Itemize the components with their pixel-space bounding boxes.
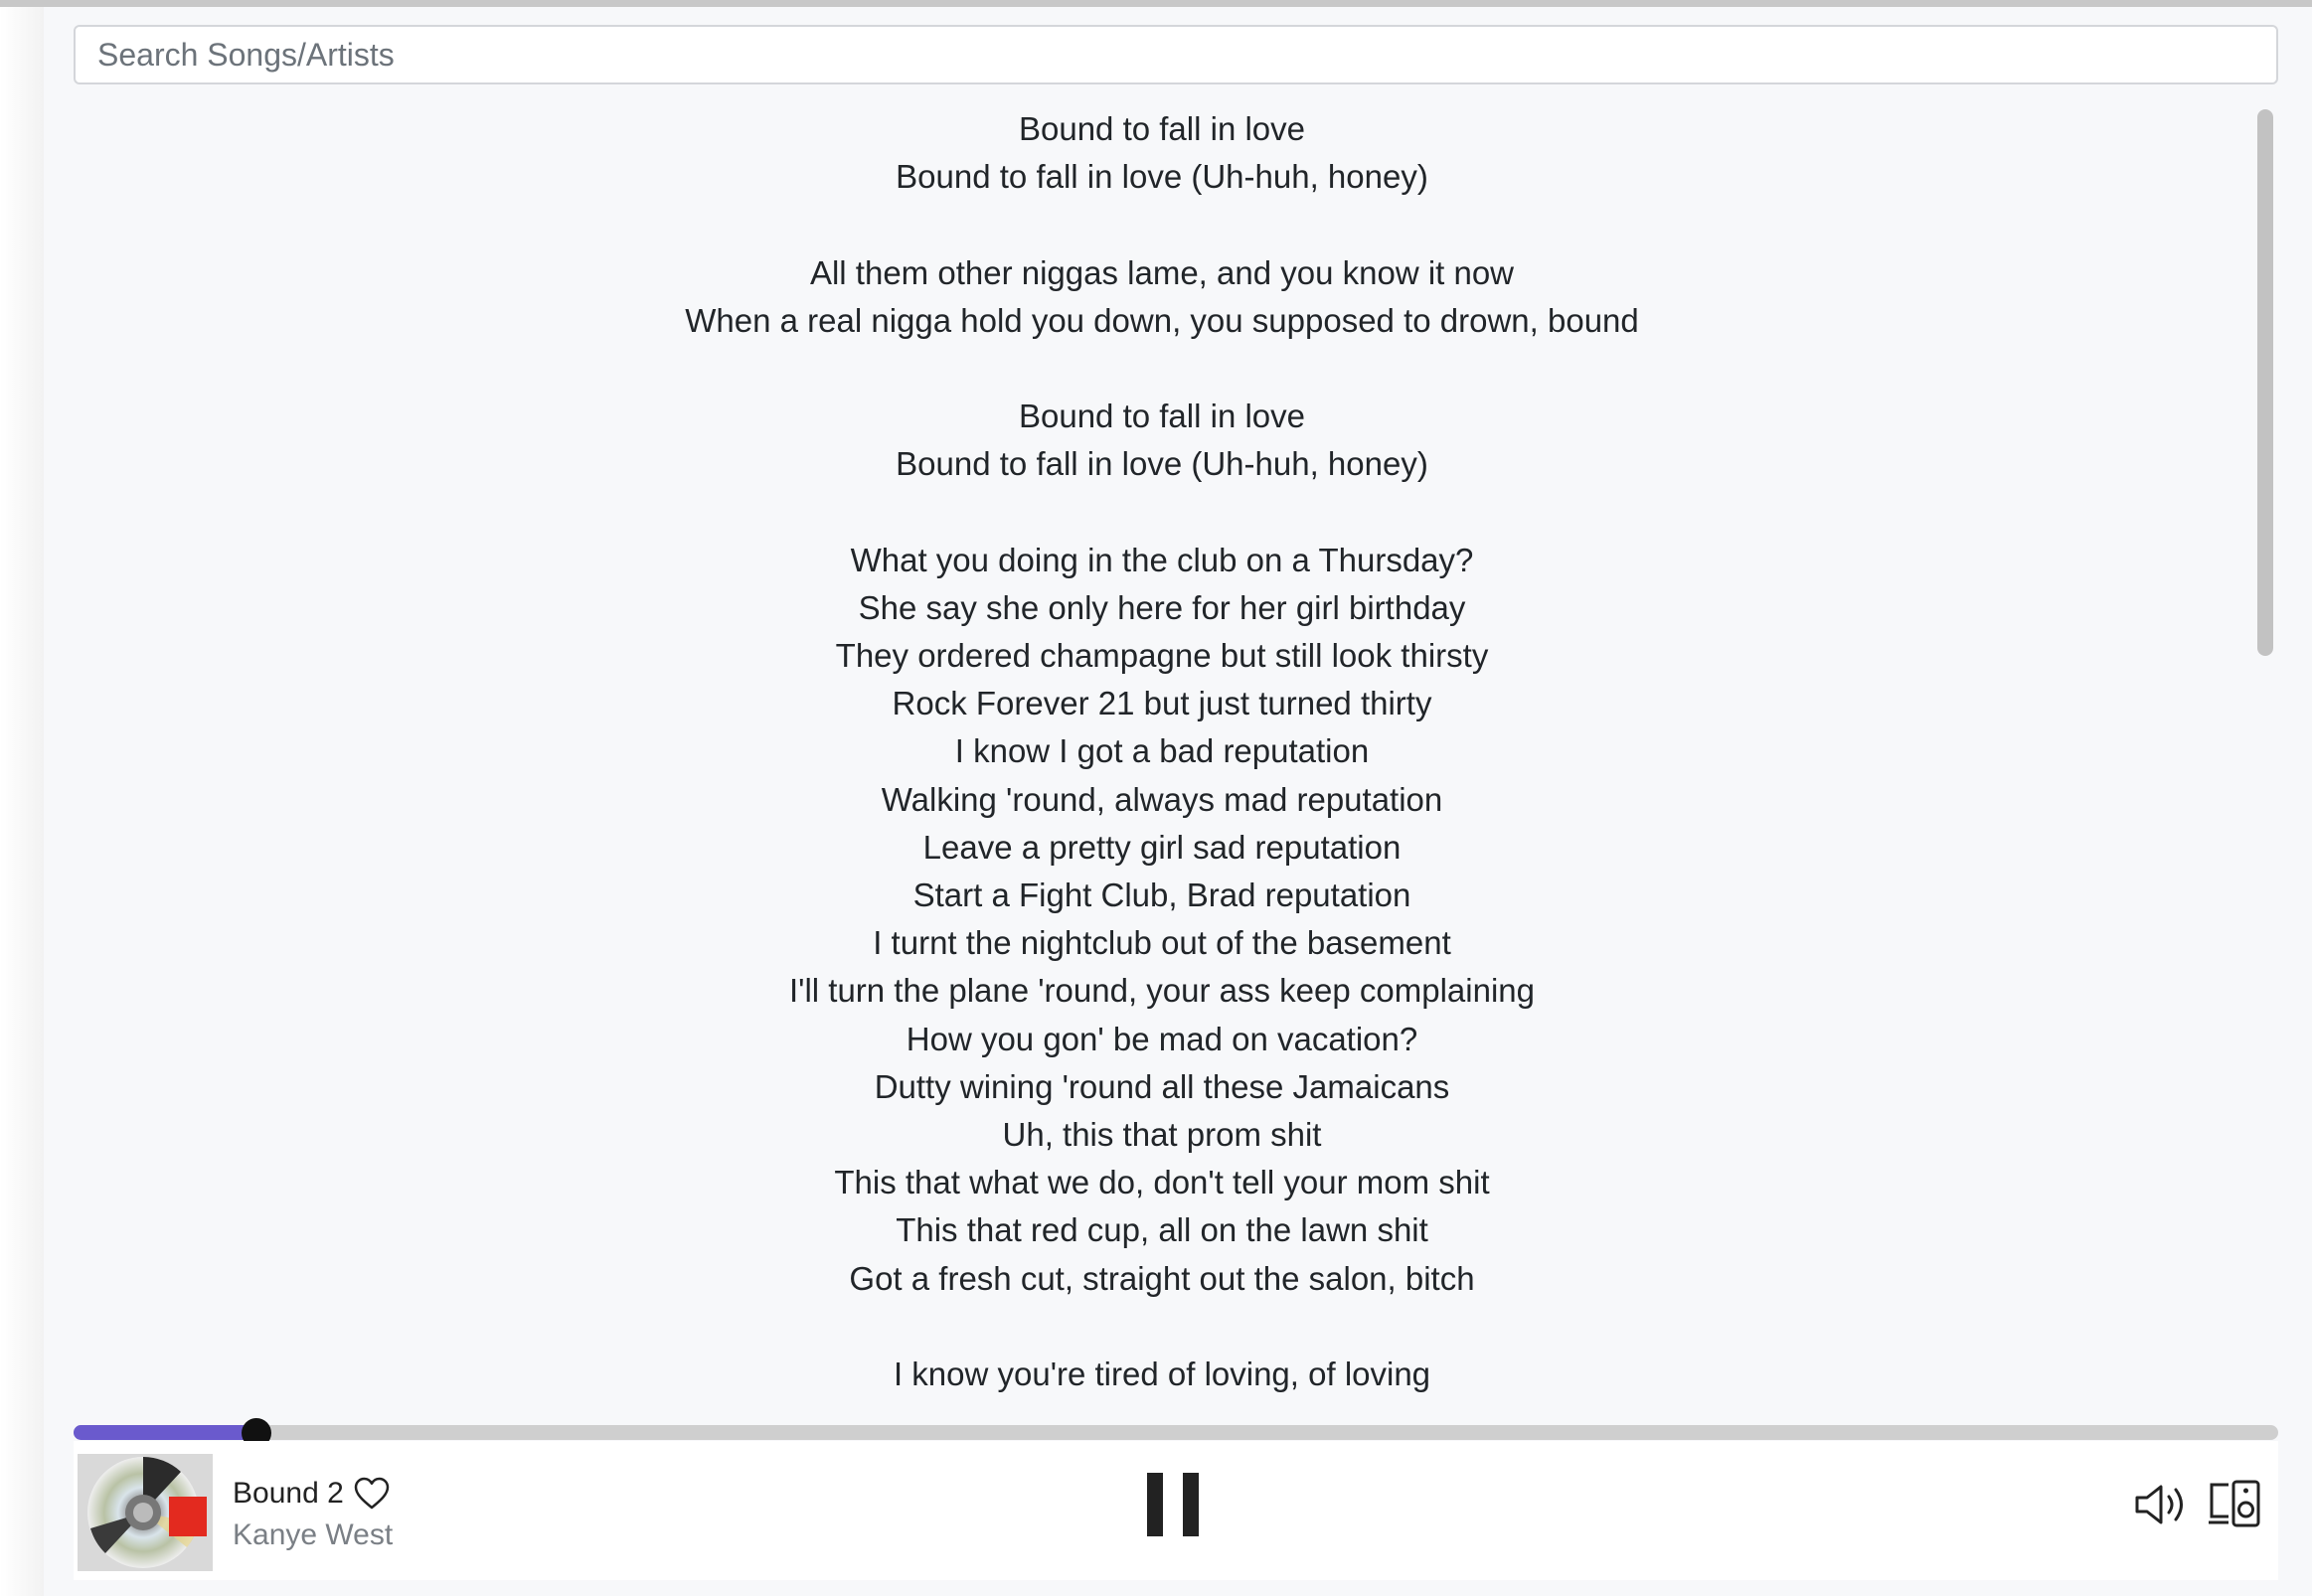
lyric-spacer	[74, 345, 2250, 393]
lyric-line: Start a Fight Club, Brad reputation	[912, 877, 1411, 913]
lyric-line: Walking 'round, always mad reputation	[881, 780, 1443, 818]
lyric-line: All them other niggas lame, and you know…	[809, 253, 1515, 291]
track-artist[interactable]: Kanye West	[233, 1518, 393, 1552]
search-input[interactable]	[74, 25, 2278, 84]
lyric-line: Rock Forever 21 but just turned thirty	[892, 685, 1432, 722]
album-art	[78, 1454, 213, 1571]
lyric-line: What you doing in the club on a Thursday…	[850, 541, 1474, 578]
lyrics-panel[interactable]: Bound to fall in love Bound to fall in lo…	[74, 105, 2250, 1409]
lyric-spacer	[74, 489, 2250, 537]
album-cover-image	[78, 1454, 213, 1571]
track-title-row: Bound 2	[233, 1477, 390, 1511]
lyric-line: Bound to fall in love	[1018, 398, 1306, 435]
lyric-line: I'll turn the plane 'round, your ass kee…	[788, 972, 1536, 1010]
pause-bar-right	[1183, 1473, 1199, 1536]
lyric-line: With nobody to love, nobody, nobody (Uh-…	[74, 1398, 2250, 1409]
scrollbar-thumb[interactable]	[2257, 109, 2273, 656]
volume-icon[interactable]	[2133, 1481, 2189, 1528]
player-bar: Bound 2 Kanye West	[74, 1441, 2278, 1580]
lyric-line: I know I got a bad reputation	[954, 732, 1370, 770]
devices-icon[interactable]	[2207, 1479, 2262, 1528]
lyrics-scrollbar[interactable]	[2252, 105, 2278, 1409]
lyric-line: They ordered champagne but still look th…	[835, 637, 1489, 675]
lyric-line: Leave a pretty girl sad reputation	[922, 828, 1402, 866]
lyric-line: Bound to fall in love (Uh-huh, honey)	[896, 158, 1428, 196]
lyrics-text: Bound to fall in love Bound to fall in lo…	[74, 105, 2250, 1409]
lyric-line: How you gon' be mad on vacation?	[906, 1020, 1418, 1057]
lyric-line: Uh, this that prom shit	[1002, 1115, 1322, 1153]
pause-bar-left	[1147, 1473, 1163, 1536]
lyric-line: Dutty wining 'round all these Jamaicans	[874, 1067, 1450, 1105]
track-title[interactable]: Bound 2	[233, 1477, 344, 1511]
lyric-spacer	[74, 201, 2250, 248]
lyric-spacer	[74, 1303, 2250, 1351]
pause-button[interactable]	[1147, 1473, 1207, 1536]
playback-progress-bar[interactable]	[74, 1418, 2278, 1448]
progress-fill	[74, 1425, 257, 1440]
lyric-line: Bound to fall in love (Uh-huh, honey)	[896, 445, 1428, 483]
lyric-line: Bound to fall in love	[1018, 110, 1306, 147]
lyric-line: She say she only here for her girl birth…	[858, 588, 1466, 626]
lyric-line: Got a fresh cut, straight out the salon,…	[849, 1259, 1475, 1297]
lyric-line: I know you're tired of loving, of loving	[893, 1355, 1431, 1392]
lyric-line: I turnt the nightclub out of the basemen…	[873, 924, 1451, 962]
window-top-border	[0, 0, 2312, 7]
left-gutter	[0, 7, 44, 1596]
lyric-line: This that what we do, don't tell your mo…	[834, 1164, 1490, 1201]
lyric-line: When a real nigga hold you down, you sup…	[685, 301, 1639, 339]
heart-icon[interactable]	[354, 1477, 390, 1511]
lyric-line: This that red cup, all on the lawn shit	[896, 1211, 1428, 1249]
